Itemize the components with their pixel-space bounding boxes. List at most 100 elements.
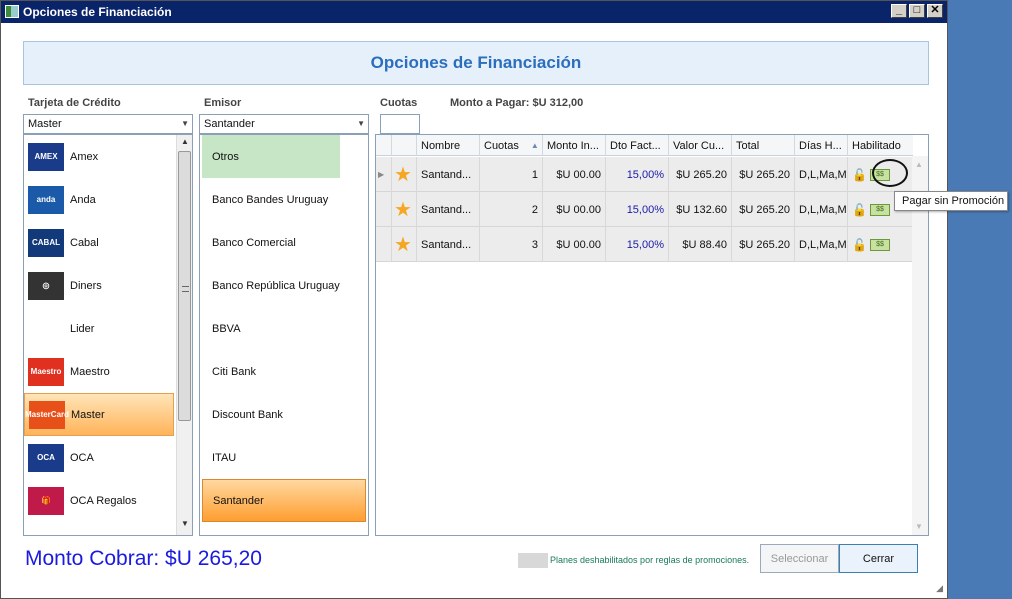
unlock-icon[interactable]: 🔓 xyxy=(852,237,870,253)
emisor-item[interactable]: BBVA xyxy=(202,307,366,350)
close-window-button[interactable]: ✕ xyxy=(927,4,943,18)
scroll-thumb[interactable] xyxy=(178,151,191,421)
table-row[interactable]: ★ Santand... 2 $U 00.00 15,00% $U 132.60 $U 26… xyxy=(376,192,913,227)
card-item[interactable]: CABAL Cabal xyxy=(24,221,174,264)
cell-dias: D,L,Ma,M xyxy=(795,227,848,262)
chevron-down-icon: ▼ xyxy=(181,119,189,128)
card-label: OCA Regalos xyxy=(70,494,137,507)
col-dias[interactable]: Días H... xyxy=(795,135,848,156)
col-habilitado[interactable]: Habilitado xyxy=(848,135,913,156)
minimize-button[interactable]: _ xyxy=(891,4,907,18)
cell-cuotas: 2 xyxy=(480,192,543,227)
cell-dto: 15,00% xyxy=(606,227,669,262)
promo-star-icon: ★ xyxy=(392,227,417,262)
col-dto[interactable]: Dto Fact... xyxy=(606,135,669,156)
card-label: OCA xyxy=(70,451,94,464)
scroll-up-icon[interactable]: ▲ xyxy=(915,160,923,169)
window-title: Opciones de Financiación xyxy=(23,5,172,19)
card-label: Lider xyxy=(70,322,95,335)
card-label: Cabal xyxy=(70,236,99,249)
legend-swatch xyxy=(518,553,548,568)
scroll-down-icon[interactable]: ▼ xyxy=(915,522,923,531)
col-valor[interactable]: Valor Cu... xyxy=(669,135,732,156)
row-indicator xyxy=(376,192,392,227)
seleccionar-button[interactable]: Seleccionar xyxy=(760,544,839,573)
money-icon[interactable]: $$ xyxy=(870,238,890,251)
card-list[interactable]: AMEX Amex anda Anda CABAL Cabal ◎ Diners Lider Ma… xyxy=(23,134,193,536)
money-icon[interactable]: $$ xyxy=(870,203,890,216)
cell-valor: $U 265.20 xyxy=(669,157,732,192)
cell-cuotas: 1 xyxy=(480,157,543,192)
cell-dias: D,L,Ma,M xyxy=(795,157,848,192)
emisor-item[interactable]: Discount Bank xyxy=(202,393,366,436)
card-item[interactable]: OCA OCA xyxy=(24,436,174,479)
financing-grid[interactable]: Nombre Cuotas ▲ Monto In... Dto Fact... V… xyxy=(375,134,929,536)
resize-grip-icon[interactable]: ◢ xyxy=(936,583,943,594)
row-indicator xyxy=(376,227,392,262)
cuotas-input[interactable] xyxy=(380,114,420,134)
star-icon: ★ xyxy=(394,233,412,256)
col-cuotas-label: Cuotas xyxy=(484,139,519,152)
emisor-list[interactable]: Otros Banco Bandes Uruguay Banco Comercial… xyxy=(199,134,369,536)
scroll-down-icon[interactable]: ▼ xyxy=(177,519,192,533)
emisor-item[interactable]: Citi Bank xyxy=(202,350,366,393)
cell-habilitado: 🔓 $$ xyxy=(848,227,913,262)
tarjeta-select-value: Master xyxy=(28,118,62,130)
page-title: Opciones de Financiación xyxy=(23,41,929,85)
col-total[interactable]: Total xyxy=(732,135,795,156)
card-item[interactable]: Maestro Maestro xyxy=(24,350,174,393)
monto-cobrar: Monto Cobrar: $U 265,20 xyxy=(25,547,262,570)
emisor-item[interactable]: ITAU xyxy=(202,436,366,479)
card-label: Master xyxy=(71,408,105,421)
row-indicator: ▶ xyxy=(376,157,392,192)
emisor-select[interactable]: Santander ▼ xyxy=(199,114,369,134)
card-label: Amex xyxy=(70,150,99,163)
tooltip: Pagar sin Promoción xyxy=(894,191,1008,211)
maestro-logo-icon: Maestro xyxy=(28,357,64,386)
emisor-item[interactable]: Banco Comercial xyxy=(202,221,366,264)
financing-window: Opciones de Financiación _ □ ✕ Opciones … xyxy=(0,0,948,599)
unlock-icon[interactable]: 🔓 xyxy=(852,167,870,183)
card-item[interactable]: MasterCard Master xyxy=(24,393,174,436)
cell-valor: $U 88.40 xyxy=(669,227,732,262)
mastercard-logo-icon: MasterCard xyxy=(25,400,69,429)
card-list-scrollbar[interactable]: ▲ ▼ xyxy=(176,135,192,535)
amex-logo-icon: AMEX xyxy=(28,142,64,171)
card-item[interactable]: AMEX Amex xyxy=(24,135,174,178)
oca-regalos-logo-icon: 🎁 xyxy=(28,486,64,515)
title-bar[interactable]: Opciones de Financiación _ □ ✕ xyxy=(1,1,947,23)
promo-star-icon: ★ xyxy=(392,192,417,227)
emisor-item[interactable]: Otros xyxy=(202,135,340,178)
col-monto[interactable]: Monto In... xyxy=(543,135,606,156)
card-item[interactable]: Lider xyxy=(24,307,174,350)
col-nombre[interactable]: Nombre xyxy=(417,135,480,156)
emisor-item[interactable]: Santander xyxy=(202,479,366,522)
maximize-button[interactable]: □ xyxy=(909,4,925,18)
card-item[interactable]: anda Anda xyxy=(24,178,174,221)
tarjeta-select[interactable]: Master ▼ xyxy=(23,114,193,134)
cell-dias: D,L,Ma,M xyxy=(795,192,848,227)
star-icon: ★ xyxy=(394,198,412,221)
emisor-item[interactable]: Banco República Uruguay xyxy=(202,264,366,307)
row-pointer-icon: ▶ xyxy=(378,170,385,179)
cerrar-button[interactable]: Cerrar xyxy=(839,544,918,573)
emisor-item[interactable]: Banco Bandes Uruguay xyxy=(202,178,366,221)
col-cuotas[interactable]: Cuotas ▲ xyxy=(480,135,543,156)
card-label: Diners xyxy=(70,279,102,292)
star-icon: ★ xyxy=(394,163,412,186)
unlock-icon[interactable]: 🔓 xyxy=(852,202,870,218)
card-item[interactable]: ◎ Diners xyxy=(24,264,174,307)
scroll-up-icon[interactable]: ▲ xyxy=(177,137,192,151)
chevron-down-icon: ▼ xyxy=(357,119,365,128)
grid-scrollbar[interactable]: ▲ ▼ xyxy=(912,156,928,535)
cabal-logo-icon: CABAL xyxy=(28,228,64,257)
sort-asc-icon: ▲ xyxy=(530,141,539,150)
cell-nombre: Santand... xyxy=(417,192,480,227)
table-row[interactable]: ▶ ★ Santand... 1 $U 00.00 15,00% $U 265.20 $U 2… xyxy=(376,157,913,192)
card-label: Anda xyxy=(70,193,96,206)
table-row[interactable]: ★ Santand... 3 $U 00.00 15,00% $U 88.40 $U 265… xyxy=(376,227,913,262)
cell-total: $U 265.20 xyxy=(732,157,795,192)
row-indicator-header xyxy=(376,135,392,156)
card-item[interactable]: 🎁 OCA Regalos xyxy=(24,479,174,522)
icon-header xyxy=(392,135,417,156)
